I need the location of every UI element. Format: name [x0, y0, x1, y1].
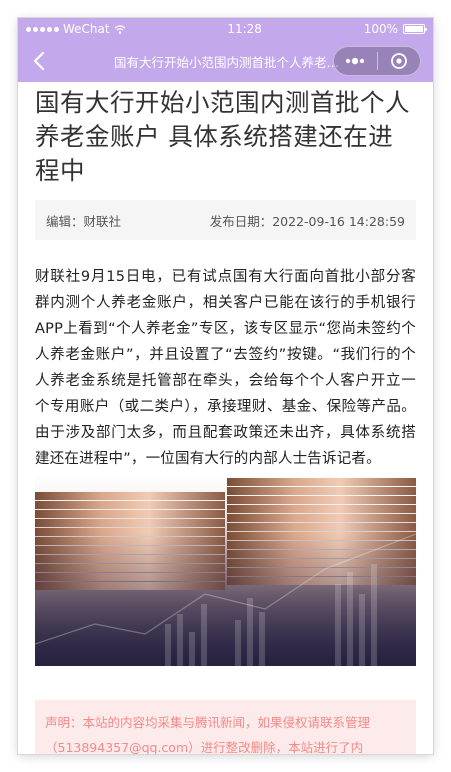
article-body: 财联社9月15日电，已有试点国有大行面向首批小部分客群内测个人养老金账户，相关客…: [35, 269, 416, 467]
status-left: WeChat: [26, 22, 126, 36]
wifi-icon: [114, 24, 125, 34]
battery-percent: 100%: [363, 22, 398, 36]
status-right: 100%: [363, 22, 427, 36]
nav-title: 国有大行开始小范围内测首批个人养老金账户 具体系统搭建还在进程中: [114, 54, 340, 70]
nav-bar: 国有大行开始小范围内测首批个人养老金账户 具体系统搭建还在进程中: [18, 40, 433, 82]
target-circle-icon: [390, 53, 407, 69]
article-title: 国有大行开始小范围内测首批个人养老金账户 具体系统搭建还在进程中: [35, 88, 410, 185]
battery-icon: [403, 24, 427, 34]
close-miniprogram-button[interactable]: [378, 47, 421, 75]
coins-photo: [35, 474, 416, 666]
mini-program-capsule: [333, 46, 421, 76]
notice-text: 声明：本站的内容均采集与腾讯新闻，如果侵权请联系管理（513894357@qq.…: [45, 715, 371, 754]
signal-dots-icon: [26, 26, 59, 32]
carrier-name: WeChat: [63, 22, 110, 36]
back-button[interactable]: [24, 40, 54, 82]
status-time: 11:28: [227, 22, 262, 36]
phone-frame: WeChat 11:28 100% 国有大行开始小范围内测首批个人养老金账户 具…: [18, 18, 433, 754]
article-content: 国有大行开始小范围内测首批个人养老金账户 具体系统搭建还在进程中 编辑：财联社 …: [18, 86, 433, 754]
article-publish-date: 发布日期：2022-09-16 14:28:59: [209, 213, 405, 229]
more-button[interactable]: [334, 47, 377, 75]
article-editor: 编辑：财联社: [46, 213, 122, 229]
copyright-notice: 声明：本站的内容均采集与腾讯新闻，如果侵权请联系管理（513894357@qq.…: [35, 700, 416, 754]
chevron-left-icon: [33, 51, 45, 71]
more-dots-icon: [346, 57, 365, 65]
status-bar: WeChat 11:28 100%: [18, 18, 433, 40]
article-meta: 编辑：财联社 发布日期：2022-09-16 14:28:59: [35, 200, 416, 240]
